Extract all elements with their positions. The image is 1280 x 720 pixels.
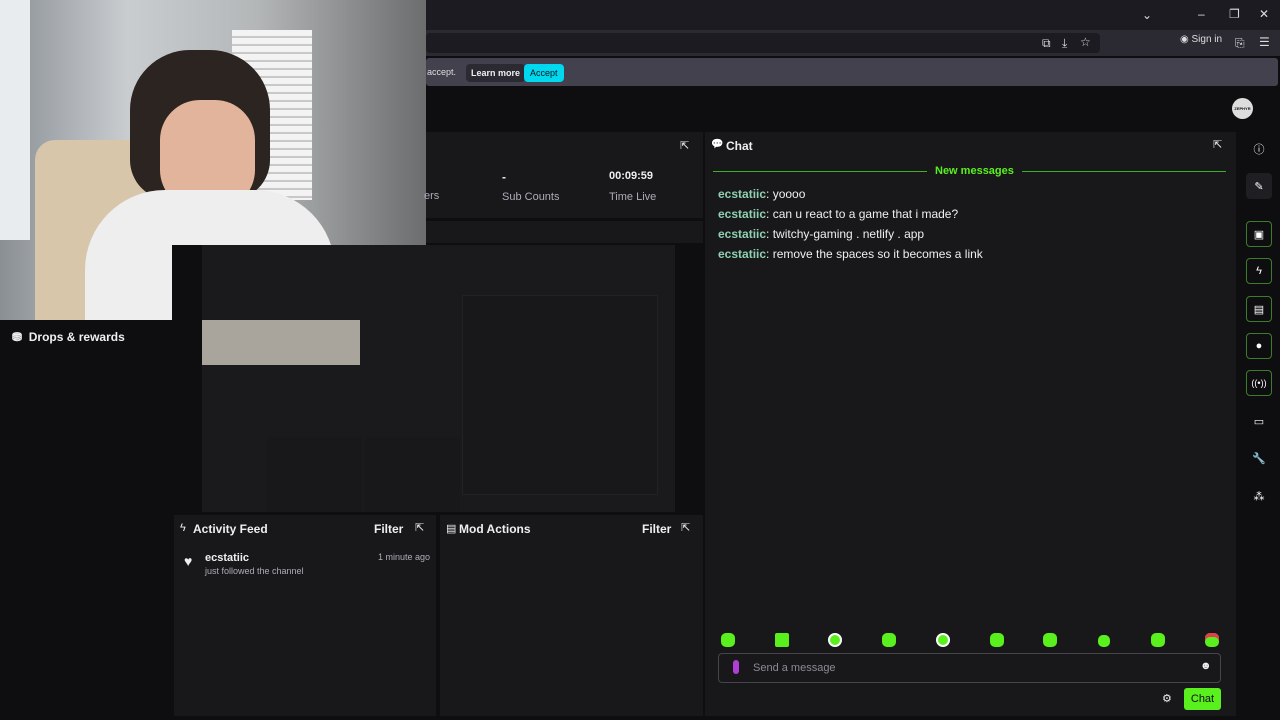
notification-text: accept. bbox=[427, 67, 457, 77]
camera-switch-icon[interactable]: ▭ bbox=[1246, 408, 1272, 434]
chat-text: twitchy-gaming . netlify . app bbox=[772, 227, 925, 241]
stream-preview[interactable] bbox=[172, 245, 703, 512]
chat-send-button[interactable]: Chat bbox=[1184, 688, 1221, 710]
chat-text: can u react to a game that i made? bbox=[772, 207, 959, 221]
chat-bubble-icon: 💬 bbox=[711, 139, 724, 150]
camera-focus-icon[interactable]: ▣ bbox=[1246, 221, 1272, 247]
sub-count-label: Sub Counts bbox=[502, 191, 560, 203]
activity-time: 1 minute ago bbox=[378, 552, 431, 562]
menu-icon[interactable]: ☰ bbox=[1259, 35, 1270, 49]
learn-more-button[interactable]: Learn more bbox=[466, 64, 526, 82]
chat-input-placeholder: Send a message bbox=[753, 662, 836, 674]
activity-feed-panel: ϟ Activity Feed Filter ⇱ ♥ ecstatiic jus… bbox=[174, 515, 436, 716]
emote-icon[interactable] bbox=[721, 633, 735, 647]
chat-message: ecstatiic: twitchy-gaming . netlify . ap… bbox=[718, 227, 925, 241]
mod-actions-title: Mod Actions bbox=[459, 522, 531, 536]
pencil-icon[interactable]: ✎ bbox=[1246, 173, 1272, 199]
sub-count-value: - bbox=[502, 170, 506, 184]
emote-icon[interactable] bbox=[1098, 635, 1110, 647]
emote-icon[interactable] bbox=[882, 633, 896, 647]
sign-in-button[interactable]: ◉ Sign in bbox=[1180, 34, 1222, 45]
popout-icon[interactable]: ⇱ bbox=[1213, 138, 1222, 151]
chat-username[interactable]: ecstatiic bbox=[718, 247, 766, 261]
user-avatar[interactable]: ZEPHYR bbox=[1232, 98, 1253, 119]
activity-feed-title: Activity Feed bbox=[193, 522, 268, 536]
emote-icon[interactable] bbox=[990, 633, 1004, 647]
drops-rewards-link[interactable]: ⛃ Drops & rewards bbox=[12, 330, 125, 344]
activity-user[interactable]: ecstatiic bbox=[205, 552, 249, 564]
chat-settings-gear-icon[interactable]: ⚙ bbox=[1162, 692, 1172, 705]
popout-icon[interactable]: ⇱ bbox=[681, 521, 690, 534]
microphone-icon[interactable] bbox=[733, 660, 739, 674]
site-header: ZEPHYR bbox=[426, 88, 1280, 130]
minimize-button[interactable]: – bbox=[1198, 7, 1205, 21]
bookmark-star-icon[interactable]: ☆ bbox=[1080, 35, 1091, 49]
close-button[interactable]: ✕ bbox=[1259, 7, 1269, 21]
tab-list-chevron-icon[interactable]: ⌄ bbox=[1142, 8, 1152, 22]
emote-icon[interactable] bbox=[1043, 633, 1057, 647]
wrench-icon[interactable]: 🔧 bbox=[1246, 445, 1272, 471]
mod-filter-button[interactable]: Filter bbox=[642, 522, 671, 536]
stat-label: ers bbox=[424, 190, 440, 202]
picture-in-picture-icon[interactable]: ⧉ bbox=[1042, 36, 1051, 51]
emote-icon[interactable] bbox=[775, 633, 789, 647]
chat-username[interactable]: ecstatiic bbox=[718, 207, 766, 221]
right-rail: ⓘ ✎ ▣ ϟ ▤ ● ((•)) ▭ 🔧 ⁂ bbox=[1236, 130, 1280, 720]
info-icon[interactable]: ⓘ bbox=[1246, 136, 1272, 162]
extensions-icon[interactable]: ⎘ bbox=[1235, 36, 1245, 51]
activity-filter-button[interactable]: Filter bbox=[374, 522, 403, 536]
chat-message: ecstatiic: remove the spaces so it becom… bbox=[718, 247, 983, 261]
popout-icon[interactable]: ⇱ bbox=[415, 521, 424, 534]
notification-bar: accept. Learn more Accept bbox=[426, 58, 1278, 86]
chat-username[interactable]: ecstatiic bbox=[718, 227, 766, 241]
time-live-value: 00:09:59 bbox=[609, 170, 654, 182]
stats-panel: ⇱ ers - Sub Counts 00:09:59 Time Live bbox=[424, 132, 703, 218]
emote-icon[interactable] bbox=[1151, 633, 1165, 647]
lightning-icon: ϟ bbox=[180, 522, 186, 534]
chat-message: ecstatiic: yoooo bbox=[718, 187, 806, 201]
chat-text: yoooo bbox=[772, 187, 806, 201]
notes-icon: ▤ bbox=[446, 523, 457, 535]
broadcast-icon[interactable]: ((•)) bbox=[1246, 370, 1272, 396]
activity-action: just followed the channel bbox=[205, 566, 304, 576]
emote-icon[interactable] bbox=[936, 633, 950, 647]
time-live-label: Time Live bbox=[609, 191, 657, 203]
gift-icon: ⛃ bbox=[12, 330, 23, 344]
left-sidebar: ⛃ Drops & rewards bbox=[0, 320, 172, 720]
accept-button[interactable]: Accept bbox=[524, 64, 564, 82]
chat-icon[interactable]: ● bbox=[1246, 333, 1272, 359]
lightning-icon[interactable]: ϟ bbox=[1246, 258, 1272, 284]
restore-button[interactable]: ❐ bbox=[1229, 7, 1240, 21]
emoji-picker-icon[interactable]: ☻ bbox=[1200, 660, 1212, 672]
preview-header bbox=[426, 221, 703, 243]
new-messages-label: New messages bbox=[927, 165, 1022, 177]
chat-message: ecstatiic: can u react to a game that i … bbox=[718, 207, 959, 221]
mod-actions-panel: ▤ Mod Actions Filter ⇱ bbox=[440, 515, 703, 716]
chat-username[interactable]: ecstatiic bbox=[718, 187, 766, 201]
chat-text: remove the spaces so it becomes a link bbox=[772, 247, 983, 261]
download-icon[interactable]: ⤓ bbox=[1062, 36, 1067, 51]
account-icon: ◉ bbox=[1180, 34, 1189, 45]
chat-title: Chat bbox=[726, 139, 753, 153]
url-bar[interactable]: ⧉ ⤓ ☆ bbox=[426, 33, 1100, 53]
popout-icon[interactable]: ⇱ bbox=[680, 139, 689, 152]
heart-icon: ♥ bbox=[184, 553, 193, 569]
chat-input[interactable]: Send a message ☻ bbox=[718, 653, 1221, 683]
emote-icon[interactable] bbox=[828, 633, 842, 647]
notes-icon[interactable]: ▤ bbox=[1246, 296, 1272, 322]
emote-icon[interactable] bbox=[1205, 633, 1219, 647]
extensions-dots-icon[interactable]: ⁂ bbox=[1246, 483, 1272, 509]
